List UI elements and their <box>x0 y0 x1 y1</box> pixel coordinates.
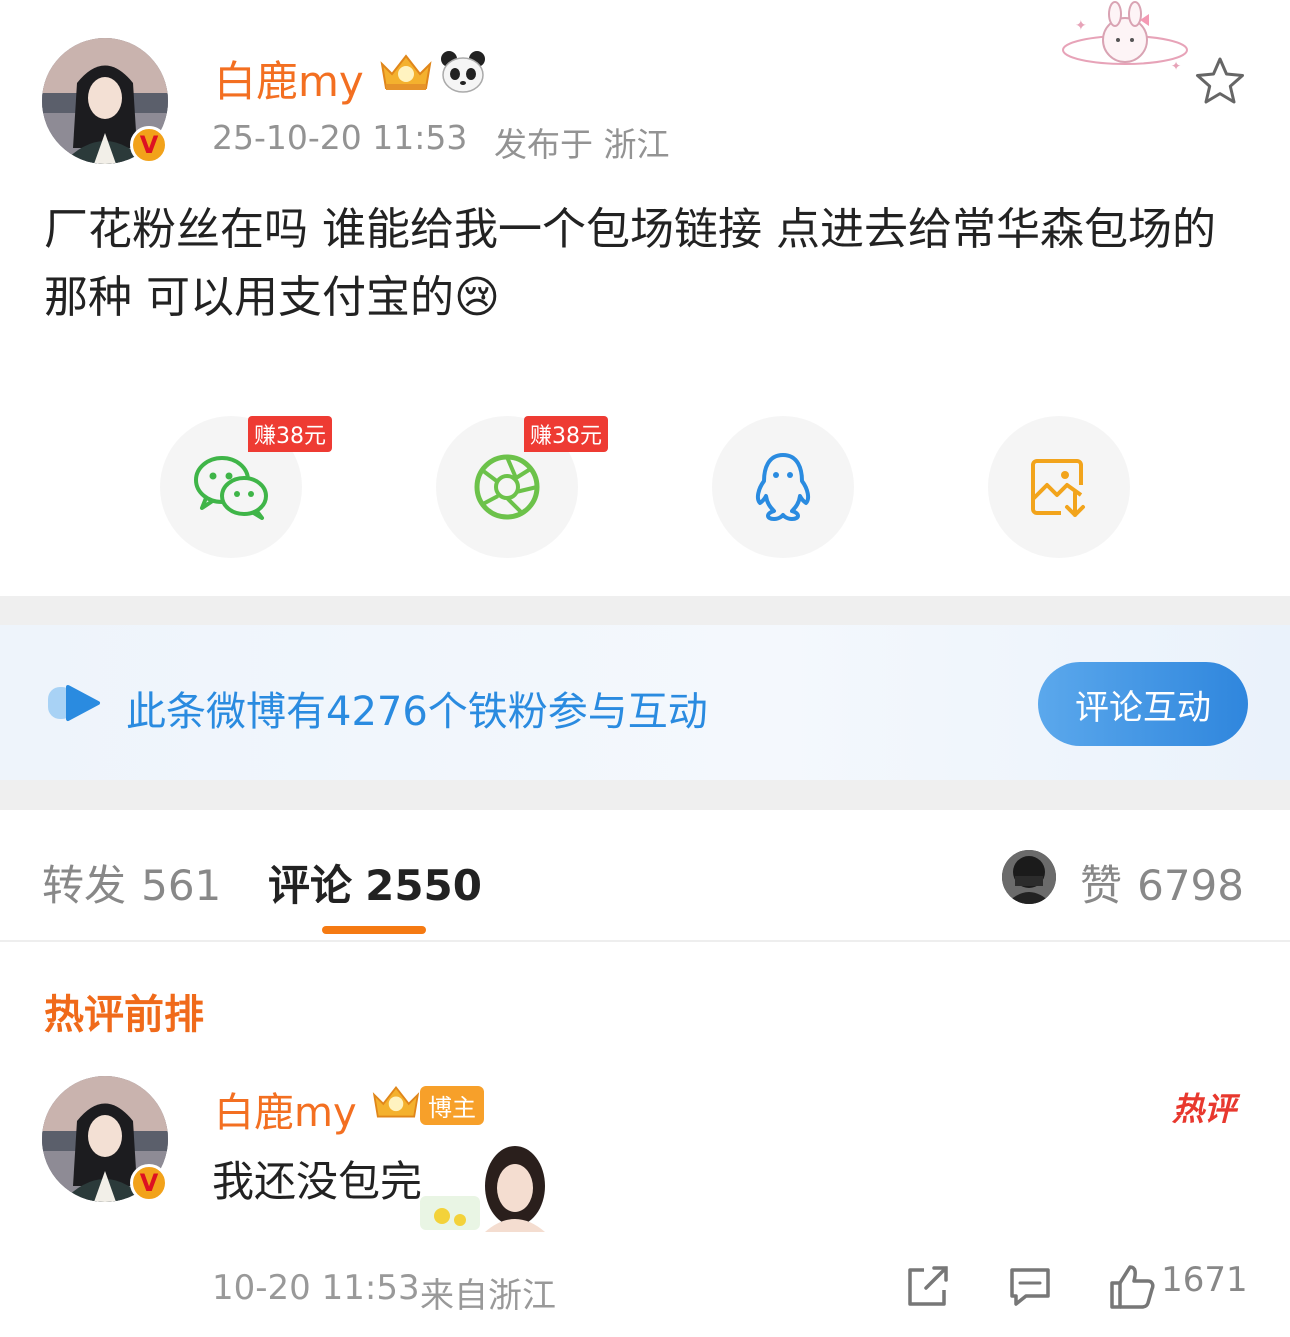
svg-text:✦: ✦ <box>1075 18 1087 34</box>
comment-like-count: 1671 <box>1161 1260 1248 1300</box>
tab-repost-count: 561 <box>141 861 222 910</box>
active-tab-indicator <box>322 926 426 934</box>
liker-avatar <box>1002 850 1056 904</box>
reply-comment-icon[interactable] <box>1008 1266 1052 1312</box>
share-qq-button[interactable] <box>712 416 854 558</box>
tab-repost-label: 转发 <box>42 861 127 910</box>
tab-comment-label: 评论 <box>268 861 353 910</box>
earn-badge: 赚38元 <box>248 416 332 452</box>
post-body-text: 厂花粉丝在吗 谁能给我一个包场链接 点进去给常华森包场的那种 可以用支付宝的 <box>44 204 1216 323</box>
comment-timestamp: 10-20 11:53 <box>212 1268 420 1308</box>
comment-location: 来自浙江 <box>420 1276 556 1316</box>
tab-like-label: 赞 <box>1080 861 1123 910</box>
section-divider <box>0 596 1290 625</box>
comment-text: 我还没包完 <box>212 1157 423 1206</box>
tab-repost[interactable]: 转发 561 <box>42 852 221 913</box>
qq-penguin-icon <box>755 453 811 521</box>
crown-fan-icon <box>370 1082 422 1126</box>
comment-decoration-sticker <box>420 1136 550 1236</box>
verified-v-icon: V <box>130 126 168 164</box>
hot-comments-title: 热评前排 <box>44 992 204 1038</box>
post-location: 发布于 浙江 <box>494 125 670 164</box>
iron-fans-text: 此条微博有4276个铁粉参与互动 <box>126 689 708 735</box>
tab-comment-count: 2550 <box>365 861 483 910</box>
tabs-divider <box>0 940 1290 942</box>
svg-text:✦: ✦ <box>1171 59 1181 73</box>
post-author-name[interactable]: 白鹿my <box>214 48 364 109</box>
save-image-button[interactable] <box>988 416 1130 558</box>
play-arrows-icon <box>48 683 102 727</box>
favorite-star-icon[interactable] <box>1194 56 1246 110</box>
post-timestamp: 25-10-20 11:53 <box>212 118 468 157</box>
panda-icon <box>440 50 486 98</box>
bunny-sticker-icon: ✦ ✦ <box>1055 0 1195 82</box>
moments-aperture-icon <box>474 454 540 520</box>
comment-interact-button[interactable]: 评论互动 <box>1038 662 1248 746</box>
iron-fans-banner[interactable]: 此条微博有4276个铁粉参与互动 评论互动 <box>0 625 1290 780</box>
like-comment-button[interactable]: 1671 <box>1108 1260 1248 1311</box>
crown-fan-icon <box>378 50 434 98</box>
earn-badge: 赚38元 <box>524 416 608 452</box>
tab-like[interactable]: 赞 6798 <box>1080 852 1244 913</box>
crying-emoji-icon: 😢 <box>454 272 500 323</box>
tab-comment[interactable]: 评论 2550 <box>268 852 482 913</box>
comment-author-name[interactable]: 白鹿my <box>214 1080 357 1138</box>
save-image-icon <box>1031 459 1085 517</box>
author-badge: 博主 <box>420 1086 484 1125</box>
thumbs-up-icon <box>1110 1264 1155 1309</box>
hot-comment-tag: 热评 <box>1172 1090 1237 1128</box>
verified-v-icon: V <box>130 1164 168 1202</box>
tab-like-count: 6798 <box>1137 861 1244 910</box>
share-comment-icon[interactable] <box>904 1264 950 1312</box>
section-divider <box>0 780 1290 810</box>
post-body: 厂花粉丝在吗 谁能给我一个包场链接 点进去给常华森包场的那种 可以用支付宝的😢 <box>44 196 1254 332</box>
wechat-icon <box>194 456 268 520</box>
